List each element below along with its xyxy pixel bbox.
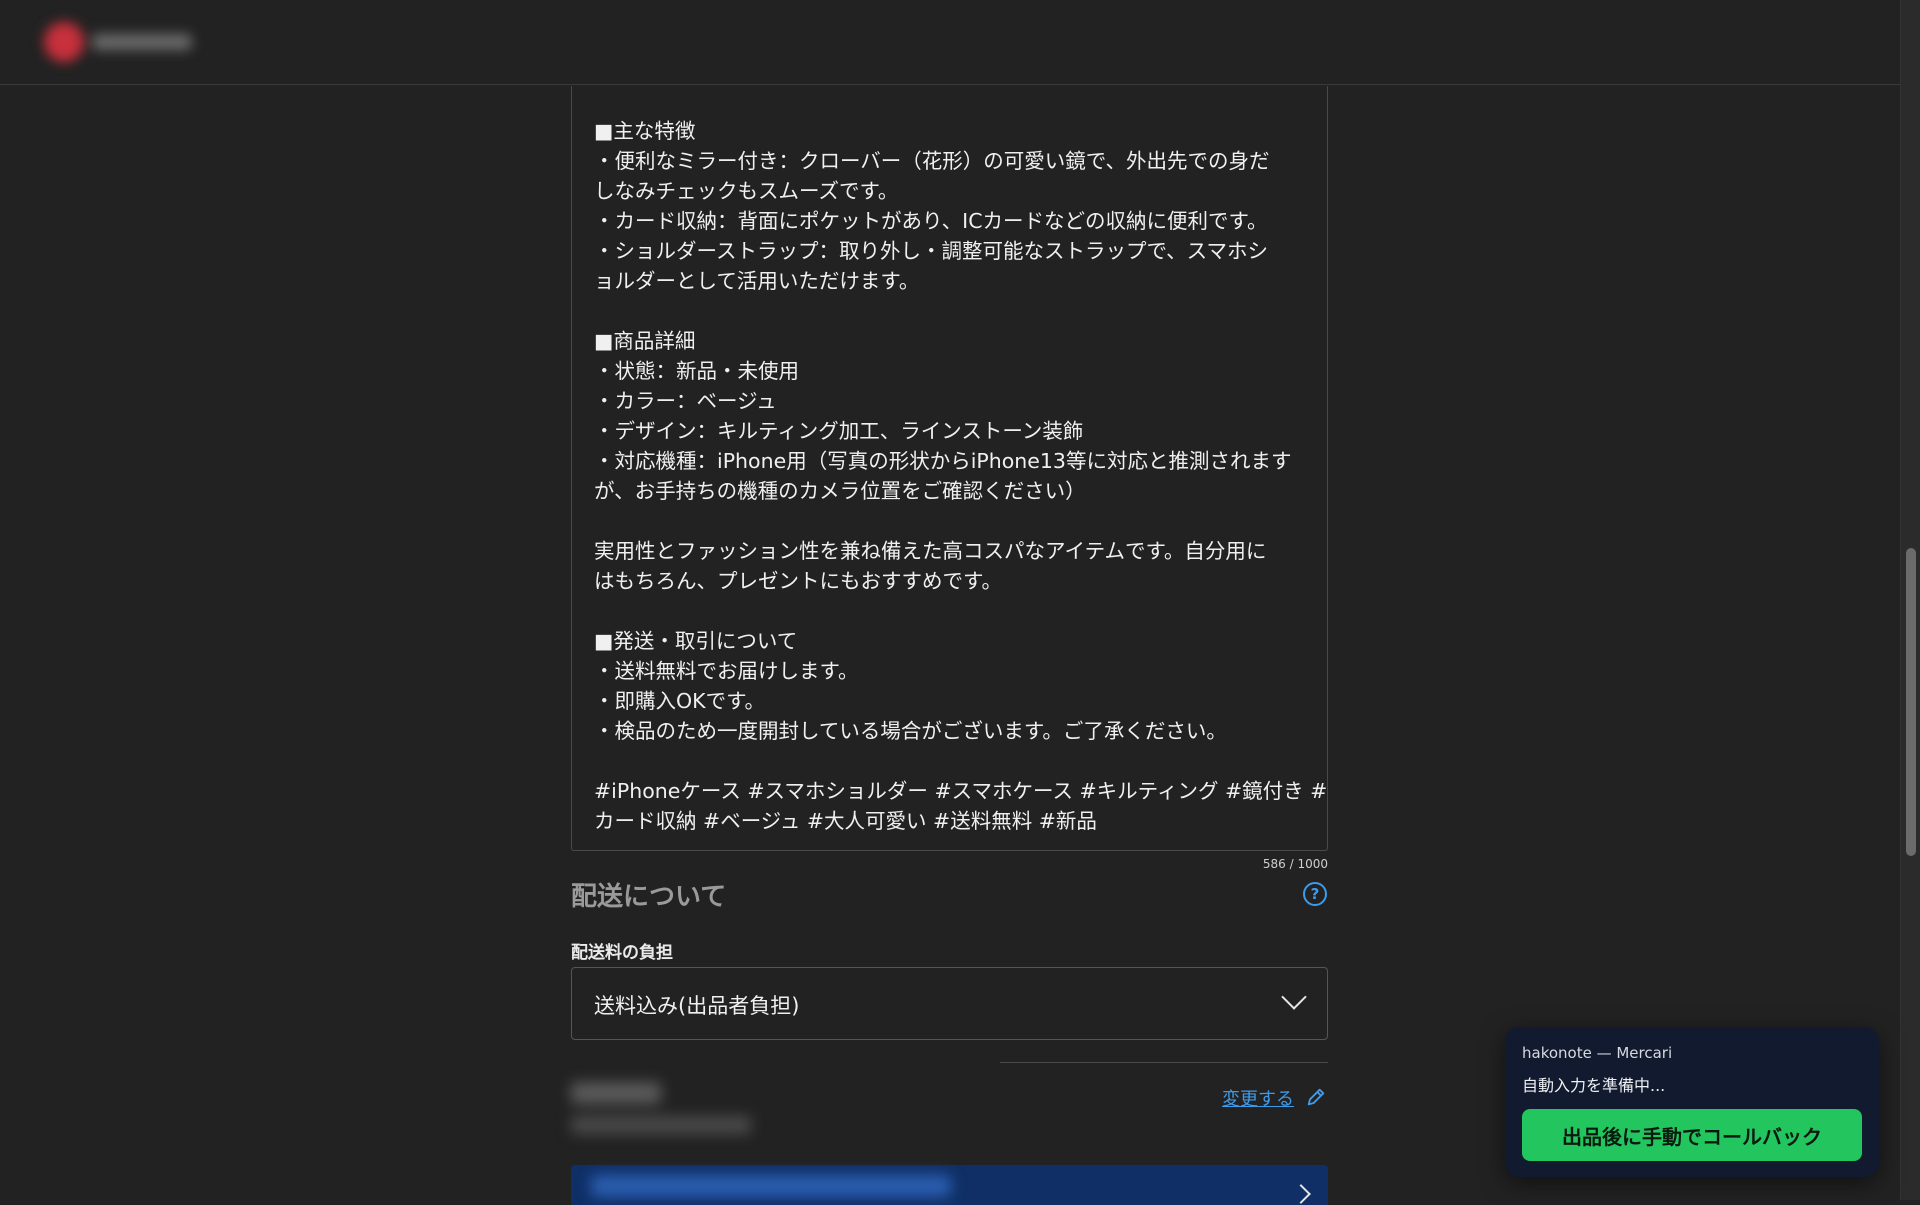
blurred-label — [571, 1082, 661, 1104]
shipping-fee-select[interactable]: 送料込み(出品者負担) — [571, 967, 1328, 1040]
logo-wordmark — [92, 34, 192, 50]
description-line: ・状態：新品・未使用 — [594, 359, 799, 383]
blurred-shipping-method — [571, 1082, 771, 1142]
description-line: ・送料無料でお届けします。 — [594, 659, 859, 683]
chevron-down-icon — [1281, 984, 1307, 1010]
popup-title: hakonote — Mercari — [1522, 1044, 1673, 1062]
description-line: ・即購入OKです。 — [594, 689, 766, 713]
description-line: ■主な特徴 — [594, 119, 696, 143]
pencil-icon[interactable] — [1305, 1086, 1327, 1108]
description-line — [594, 746, 1305, 776]
description-line: ・カラー：ベージュ — [594, 389, 777, 413]
description-text: ■主な特徴・便利なミラー付き：クローバー（花形）の可愛い鏡で、外出先での身だ しな… — [594, 116, 1328, 836]
help-icon[interactable]: ? — [1303, 882, 1327, 906]
blurred-option-text — [591, 1175, 951, 1197]
description-line: ■発送・取引について — [594, 629, 798, 653]
description-line — [594, 506, 1305, 536]
description-line: #iPhoneケース #スマホショルダー #スマホケース #キルティング #鏡付… — [594, 779, 1328, 803]
scrollbar-thumb[interactable] — [1906, 548, 1916, 856]
description-line — [594, 596, 1305, 626]
description-line: しなみチェックもスムーズです。 — [594, 179, 899, 203]
description-line: ・対応機種：iPhone用（写真の形状からiPhone13等に対応と推測されます — [594, 449, 1292, 473]
description-line: ■商品詳細 — [594, 329, 696, 353]
blurred-shipping-option-row[interactable] — [571, 1165, 1328, 1205]
shipping-section-title: 配送について — [571, 882, 727, 912]
description-line: ・デザイン：キルティング加工、ラインストーン装飾 — [594, 419, 1084, 443]
description-line: ・検品のため一度開封している場合がございます。ご了承ください。 — [594, 719, 1227, 743]
top-header — [0, 0, 1900, 85]
manual-callback-button[interactable]: 出品後に手動でコールバック — [1522, 1109, 1862, 1161]
description-line — [594, 296, 1305, 326]
description-line: ・便利なミラー付き：クローバー（花形）の可愛い鏡で、外出先での身だ — [594, 149, 1270, 173]
description-line: ・カード収納：背面にポケットがあり、ICカードなどの収納に便利です。 — [594, 209, 1268, 233]
logo[interactable] — [40, 18, 210, 66]
chevron-right-icon — [1291, 1184, 1311, 1204]
logo-mark-icon — [44, 22, 84, 62]
page-scrollbar[interactable] — [1900, 0, 1920, 1200]
shipping-fee-value: 送料込み(出品者負担) — [594, 994, 800, 1018]
shipping-fee-label: 配送料の負担 — [571, 943, 673, 963]
change-shipping-link[interactable]: 変更する — [1222, 1085, 1294, 1111]
description-line: ・ショルダーストラップ：取り外し・調整可能なストラップで、スマホシ — [594, 239, 1269, 263]
description-line: が、お手持ちの機種のカメラ位置をご確認ください） — [594, 479, 1086, 503]
popup-status: 自動入力を準備中... — [1522, 1076, 1666, 1095]
extension-popup: hakonote — Mercari 自動入力を準備中... 出品後に手動でコー… — [1505, 1027, 1879, 1177]
description-line: カード収納 #ベージュ #大人可愛い #送料無料 #新品 — [594, 809, 1097, 833]
blurred-subtext — [571, 1116, 751, 1134]
divider — [1000, 1062, 1328, 1063]
description-line: 実用性とファッション性を兼ね備えた高コスパなアイテムです。自分用に — [594, 539, 1267, 563]
description-line: ョルダーとして活用いただけます。 — [594, 269, 920, 293]
description-textarea[interactable]: ■主な特徴・便利なミラー付き：クローバー（花形）の可愛い鏡で、外出先での身だ しな… — [571, 86, 1328, 851]
char-counter: 586 / 1000 — [1262, 857, 1328, 871]
description-line: はもちろん、プレゼントにもおすすめです。 — [594, 569, 1002, 593]
